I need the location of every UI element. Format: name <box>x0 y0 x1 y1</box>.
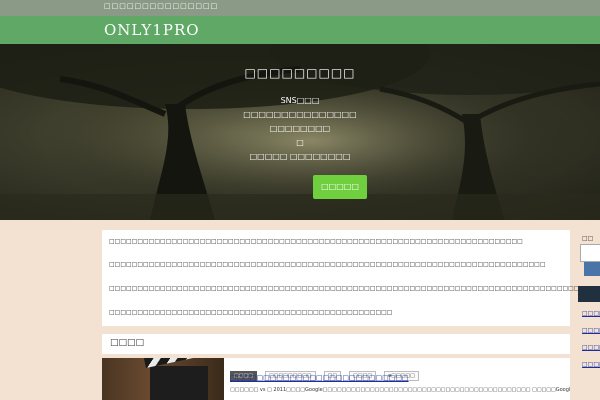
post-excerpt: □□□□□□ vs □ 2011□□□□Google□□□□□□□□□□□□□□… <box>230 387 570 393</box>
post-card[interactable]: □□□□ □□□□□□□□□ □□ □□□□ e□□□□□ □□□□□□□□□□… <box>102 358 570 400</box>
news-heading: □□□□ <box>110 338 145 348</box>
intro-paragraph: □□□□□□□□□□□□□□□□□□□□□□□□□□□□□□□□□□□□□□□□… <box>109 309 393 316</box>
search-label: □□ <box>582 235 594 242</box>
hero-cta-button[interactable]: □□□□□ <box>313 175 367 199</box>
intro-paragraph: □□□□□□□□□□□□□□□□□□□□□□□□□□□□□□□□□□□□□□□□… <box>109 285 580 292</box>
hero-banner: □□□□□□□□□ SNS□□□ □□□□□□□□□□□□□□□ □□□□□□□… <box>0 44 600 220</box>
hero-line: □□□□□□□□ <box>269 124 331 133</box>
hero-title: □□□□□□□□□ <box>244 66 356 80</box>
intro-paragraph: □□□□□□□□□□□□□□□□□□□□□□□□□□□□□□□□□□□□□□□□… <box>109 261 546 268</box>
sidebar: □□ □□□□□□ □□□□□□ □□□□□□ □□□□□□ <box>576 230 600 400</box>
hero-line: SNS□□□ <box>280 96 320 105</box>
news-section-header: □□□□ <box>102 334 570 354</box>
sidebar-link[interactable]: □□□□□□ <box>582 327 600 334</box>
site-tagline: □□□□□□□□□□□□□□□ <box>104 2 219 10</box>
intro-content: □□□□□□□□□□□□□□□□□□□□□□□□□□□□□□□□□□□□□□□□… <box>102 230 580 326</box>
hero-line: □□□□□□□□□□□□□□□ <box>243 110 357 119</box>
search-button[interactable] <box>584 262 600 276</box>
intro-paragraph: □□□□□□□□□□□□□□□□□□□□□□□□□□□□□□□□□□□□□□□□… <box>109 238 523 245</box>
site-header: ONLY1PRO <box>0 16 600 44</box>
hero-line: □ <box>296 138 304 147</box>
hero-line: □□□□□ □□□□□□□□ <box>249 152 351 161</box>
top-bar: □□□□□□□□□□□□□□□ <box>0 0 600 16</box>
site-logo[interactable]: ONLY1PRO <box>104 21 200 39</box>
sidebar-link[interactable]: □□□□□□ <box>582 361 600 368</box>
sidebar-link[interactable]: □□□□□□ <box>582 344 600 351</box>
post-title-link[interactable]: □□□□□□□□□□□□□□□□□□□□□□□□□□□ <box>230 374 409 382</box>
post-thumbnail[interactable] <box>102 358 224 400</box>
sidebar-link[interactable]: □□□□□□ <box>582 310 600 317</box>
sidebar-widget-header <box>578 286 600 302</box>
clapperboard-icon <box>150 366 208 400</box>
search-input[interactable] <box>580 244 600 262</box>
